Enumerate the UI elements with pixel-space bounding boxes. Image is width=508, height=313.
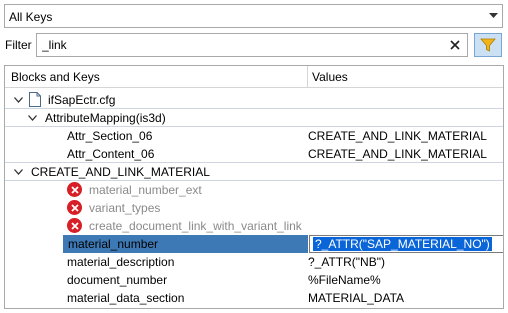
key-name: material_description bbox=[67, 255, 175, 269]
tree-row-key[interactable]: Attr_Section_06 CREATE_AND_LINK_MATERIAL bbox=[5, 127, 503, 145]
filter-field[interactable] bbox=[36, 33, 468, 57]
tree-row-block[interactable]: AttributeMapping(is3d) bbox=[5, 109, 503, 127]
keys-tree[interactable]: Blocks and Keys Values ifSapEctr.cfg Att… bbox=[4, 65, 504, 309]
file-name: ifSapEctr.cfg bbox=[48, 93, 116, 107]
filter-label: Filter bbox=[5, 38, 32, 52]
filter-toggle-button[interactable] bbox=[474, 33, 502, 57]
value-edit-text[interactable]: ?_ATTR("SAP_MATERIAL_NO") bbox=[313, 237, 492, 251]
block-name: CREATE_AND_LINK_MATERIAL bbox=[31, 165, 210, 179]
key-name: Attr_Content_06 bbox=[67, 147, 155, 161]
filter-input[interactable] bbox=[42, 37, 442, 53]
chevron-down-icon[interactable] bbox=[13, 94, 23, 106]
error-icon bbox=[67, 182, 82, 197]
block-name: AttributeMapping(is3d) bbox=[45, 111, 166, 125]
tree-row-selected[interactable]: material_number ?_ATTR("SAP_MATERIAL_NO"… bbox=[5, 235, 503, 253]
key-value: CREATE_AND_LINK_MATERIAL bbox=[308, 147, 487, 161]
tree-header: Blocks and Keys Values bbox=[5, 66, 503, 88]
error-icon bbox=[67, 200, 82, 215]
key-value: ?_ATTR("NB") bbox=[308, 255, 385, 269]
tree-row-key[interactable]: document_number %FileName% bbox=[5, 271, 503, 289]
scope-dropdown[interactable]: All Keys bbox=[4, 4, 503, 28]
key-value: MATERIAL_DATA bbox=[308, 291, 405, 305]
chevron-down-icon[interactable] bbox=[27, 112, 37, 124]
funnel-icon bbox=[480, 38, 496, 52]
tree-row-key[interactable]: Attr_Content_06 CREATE_AND_LINK_MATERIAL bbox=[5, 145, 503, 163]
column-header-values[interactable]: Values bbox=[312, 70, 348, 84]
clear-icon[interactable] bbox=[447, 37, 463, 53]
tree-row-file[interactable]: ifSapEctr.cfg bbox=[5, 91, 503, 109]
file-icon bbox=[29, 92, 41, 107]
scope-selected-value: All Keys bbox=[9, 10, 53, 24]
key-name: variant_types bbox=[89, 201, 161, 215]
tree-row-error[interactable]: material_number_ext bbox=[5, 181, 503, 199]
key-name: create_document_link_with_variant_link bbox=[89, 219, 302, 233]
tree-row-error[interactable]: variant_types bbox=[5, 199, 503, 217]
key-name: material_number_ext bbox=[89, 183, 202, 197]
key-value: CREATE_AND_LINK_MATERIAL bbox=[308, 129, 487, 143]
key-name: Attr_Section_06 bbox=[67, 129, 153, 143]
key-value: %FileName% bbox=[308, 273, 381, 287]
tree-row-block[interactable]: CREATE_AND_LINK_MATERIAL bbox=[5, 163, 503, 181]
key-name: material_data_section bbox=[67, 291, 185, 305]
value-edit-field[interactable]: ?_ATTR("SAP_MATERIAL_NO") bbox=[309, 235, 503, 253]
tree-row-key[interactable]: material_data_section MATERIAL_DATA bbox=[5, 289, 503, 307]
key-name: material_number bbox=[63, 235, 308, 253]
error-icon bbox=[67, 218, 82, 233]
key-name: document_number bbox=[67, 273, 168, 287]
chevron-down-icon[interactable] bbox=[484, 5, 502, 27]
tree-row-key[interactable]: material_description ?_ATTR("NB") bbox=[5, 253, 503, 271]
chevron-down-icon[interactable] bbox=[13, 166, 23, 178]
column-header-keys[interactable]: Blocks and Keys bbox=[11, 70, 100, 84]
column-divider[interactable] bbox=[307, 66, 308, 88]
tree-row-error[interactable]: create_document_link_with_variant_link bbox=[5, 217, 503, 235]
